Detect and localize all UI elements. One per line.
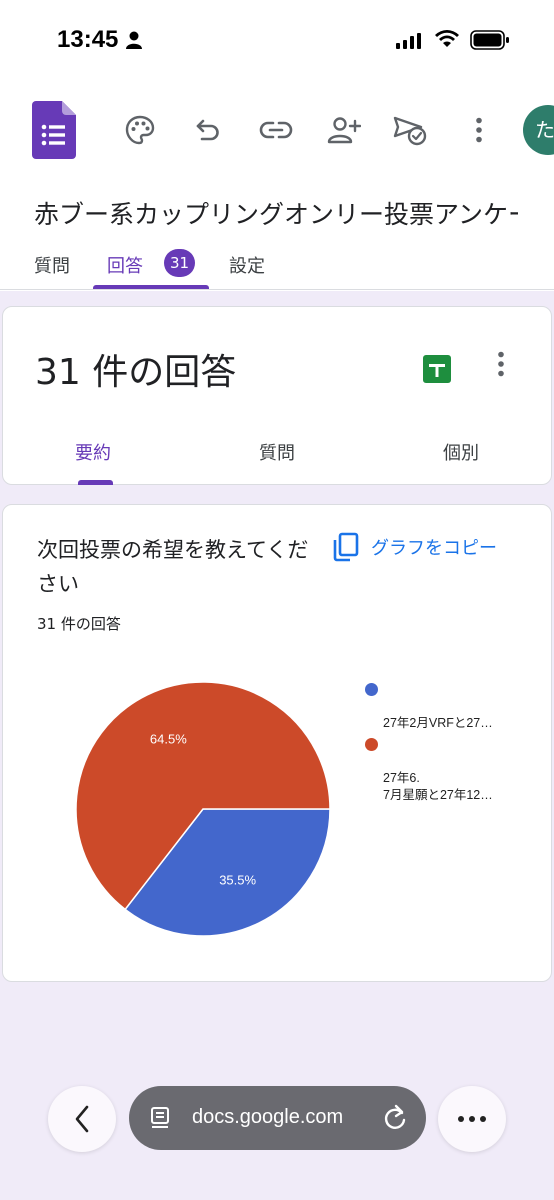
tab-summary[interactable]: 要約	[75, 439, 111, 465]
active-tab-indicator	[93, 285, 209, 289]
account-avatar[interactable]: た	[523, 105, 554, 155]
active-subtab-indicator	[78, 480, 113, 485]
forms-toolbar: た	[0, 84, 554, 184]
reload-icon[interactable]	[382, 1104, 408, 1132]
status-bar: 13:45	[0, 0, 554, 84]
responses-count-badge: 31	[164, 249, 195, 277]
undo-icon[interactable]	[190, 112, 226, 148]
chart-legend: 27年2月VRFと27… 27年6. 7月星願と27年12…	[363, 681, 543, 808]
link-icon[interactable]	[258, 112, 294, 148]
google-forms-logo-icon[interactable]	[32, 101, 76, 159]
chevron-left-icon	[75, 1105, 89, 1133]
battery-icon	[470, 30, 509, 50]
legend-dot-0	[365, 683, 378, 696]
cellular-signal-icon	[396, 33, 421, 49]
tab-settings[interactable]: 設定	[229, 252, 265, 278]
publish-send-icon[interactable]	[392, 112, 428, 148]
responses-summary-card: 31 件の回答 要約 質問 個別	[2, 306, 552, 485]
link-to-sheets-icon[interactable]	[423, 355, 451, 383]
browser-more-button[interactable]	[438, 1086, 506, 1152]
wifi-icon	[435, 30, 459, 47]
url-text: docs.google.com	[192, 1106, 344, 1128]
browser-back-button[interactable]	[48, 1086, 116, 1152]
more-vert-icon[interactable]	[461, 112, 497, 148]
legend-label-0: 27年2月VRFと27…	[383, 716, 493, 730]
tab-responses[interactable]: 回答	[107, 252, 143, 278]
form-title: 赤ブー系カップリングオンリー投票アンケート	[34, 200, 518, 229]
browser-address-bar[interactable]: docs.google.com	[129, 1086, 426, 1150]
legend-label-1: 27年6. 7月星願と27年12…	[383, 771, 493, 802]
question-chart-card: 次回投票の希望を教えてください グラフをコピー 31 件の回答 35.5% 64.…	[2, 504, 552, 982]
responses-title: 31 件の回答	[35, 352, 237, 393]
form-tabs: 質問 回答 31 設定	[0, 238, 554, 290]
legend-item-0: 27年2月VRFと27…	[363, 681, 543, 732]
status-time: 13:45	[57, 26, 119, 53]
more-vert-icon[interactable]	[497, 351, 505, 377]
palette-icon[interactable]	[122, 112, 158, 148]
tab-questions[interactable]: 質問	[34, 252, 70, 278]
reader-page-icon[interactable]	[149, 1106, 173, 1130]
person-icon	[126, 31, 142, 49]
add-collaborator-icon[interactable]	[326, 112, 362, 148]
legend-item-1: 27年6. 7月星願と27年12…	[363, 736, 543, 804]
tab-question[interactable]: 質問	[259, 439, 295, 465]
legend-dot-1	[365, 738, 378, 751]
more-horiz-icon	[458, 1116, 486, 1122]
pie-slice-label-1: 64.5%	[150, 731, 187, 746]
pie-slice-label-0: 35.5%	[219, 873, 256, 888]
tab-individual[interactable]: 個別	[443, 439, 479, 465]
